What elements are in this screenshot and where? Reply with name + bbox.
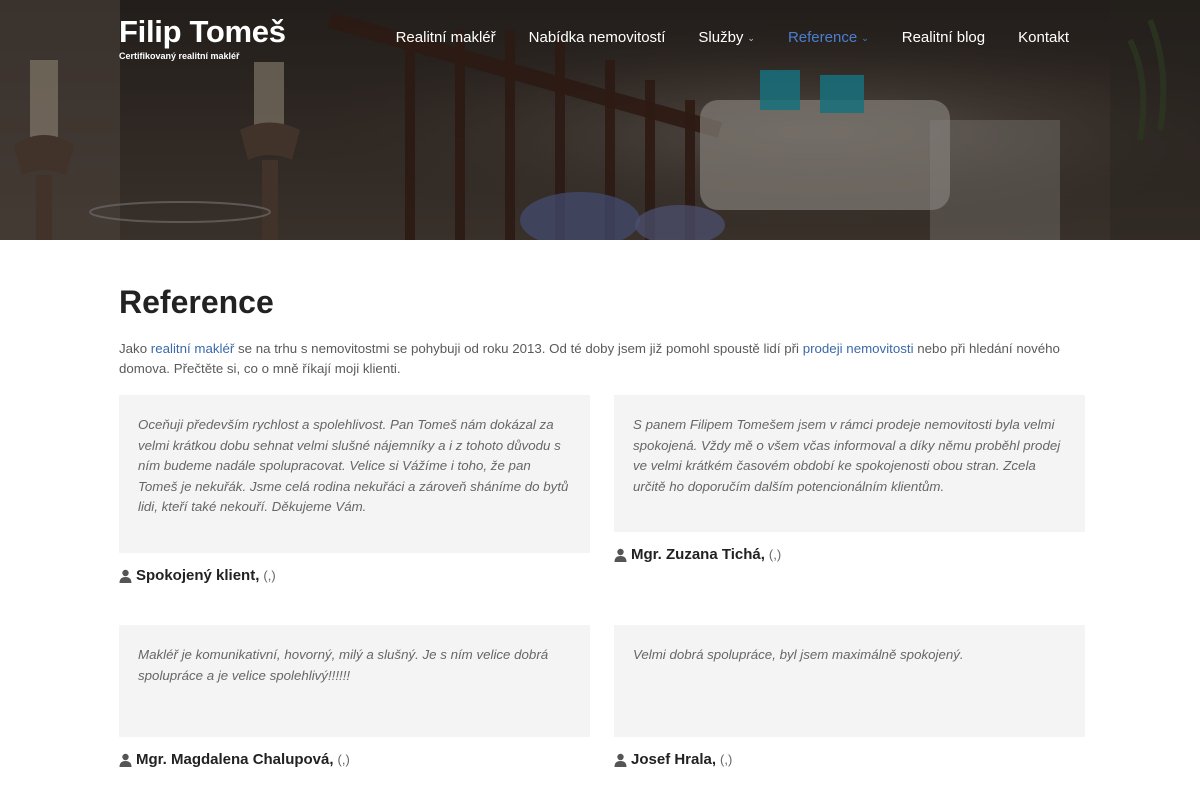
author-name: Josef Hrala,: [631, 751, 717, 768]
author-meta: (,): [337, 752, 350, 767]
nav-item-realitni-makler[interactable]: Realitní makléř: [396, 29, 496, 47]
testimonial-author: Mgr. Magdalena Chalupová, (,): [119, 751, 590, 768]
site-brand[interactable]: Filip Tomeš Certifikovaný realitní maklé…: [119, 14, 286, 61]
author-name: Mgr. Magdalena Chalupová,: [136, 751, 334, 768]
chevron-down-icon: ⌄: [861, 33, 869, 43]
site-title[interactable]: Filip Tomeš: [119, 14, 286, 50]
testimonial-card: Velmi dobrá spolupráce, byl jsem maximál…: [614, 625, 1085, 768]
nav-item-sluzby[interactable]: Služby ⌄: [698, 29, 755, 47]
nav-item-nabidka-nemovitosti[interactable]: Nabídka nemovitostí: [529, 29, 666, 47]
user-icon: [119, 569, 132, 583]
testimonial-quote: Makléř je komunikativní, hovorný, milý a…: [119, 625, 590, 737]
nav-item-label: Služby: [698, 29, 744, 46]
main-nav: Realitní makléř Nabídka nemovitostí Služ…: [363, 29, 1069, 47]
intro-text: Jako: [119, 341, 151, 356]
site-tagline: Certifikovaný realitní makléř: [119, 51, 240, 61]
author-meta: (,): [768, 547, 782, 562]
testimonial-author: Josef Hrala, (,): [614, 751, 1085, 768]
main-content: Reference Jako realitní makléř se na trh…: [119, 240, 1085, 768]
testimonial-card: S panem Filipem Tomešem jsem v rámci pro…: [614, 395, 1085, 563]
testimonial-quote: Oceňuji především rychlost a spolehlivos…: [119, 395, 590, 553]
nav-item-label: Nabídka nemovitostí: [528, 29, 666, 46]
user-icon: [614, 548, 627, 562]
author-meta: (,): [263, 568, 276, 583]
user-icon: [614, 753, 627, 767]
intro-paragraph: Jako realitní makléř se na trhu s nemovi…: [119, 339, 1085, 379]
nav-item-label: Realitní blog: [901, 29, 986, 46]
user-icon: [119, 753, 132, 767]
intro-text: se na trhu s nemovitostmi se pohybuji od…: [234, 341, 803, 356]
testimonial-card: Oceňuji především rychlost a spolehlivos…: [119, 395, 590, 584]
testimonial-quote: S panem Filipem Tomešem jsem v rámci pro…: [614, 395, 1085, 532]
testimonial-author: Mgr. Zuzana Tichá, (,): [614, 546, 1085, 563]
testimonial-quote: Velmi dobrá spolupráce, byl jsem maximál…: [614, 625, 1085, 737]
link-prodej-nemovitosti[interactable]: prodeji nemovitosti: [803, 341, 914, 356]
author-name: Spokojený klient,: [136, 567, 260, 584]
nav-item-reference[interactable]: Reference ⌄: [788, 29, 869, 47]
nav-item-label: Kontakt: [1018, 29, 1069, 46]
nav-item-realitni-blog[interactable]: Realitní blog: [902, 29, 985, 47]
link-realitni-makler[interactable]: realitní makléř: [151, 341, 235, 356]
nav-item-kontakt[interactable]: Kontakt: [1018, 29, 1069, 47]
nav-item-label: Realitní makléř: [395, 29, 496, 46]
chevron-down-icon: ⌄: [747, 33, 755, 43]
author-meta: (,): [720, 752, 733, 767]
hero-banner: Filip Tomeš Certifikovaný realitní maklé…: [0, 0, 1200, 240]
testimonial-author: Spokojený klient, (,): [119, 567, 590, 584]
nav-item-label: Reference: [787, 29, 858, 46]
testimonial-card: Makléř je komunikativní, hovorný, milý a…: [119, 625, 590, 768]
author-name: Mgr. Zuzana Tichá,: [631, 546, 765, 563]
page-title: Reference: [119, 284, 274, 320]
